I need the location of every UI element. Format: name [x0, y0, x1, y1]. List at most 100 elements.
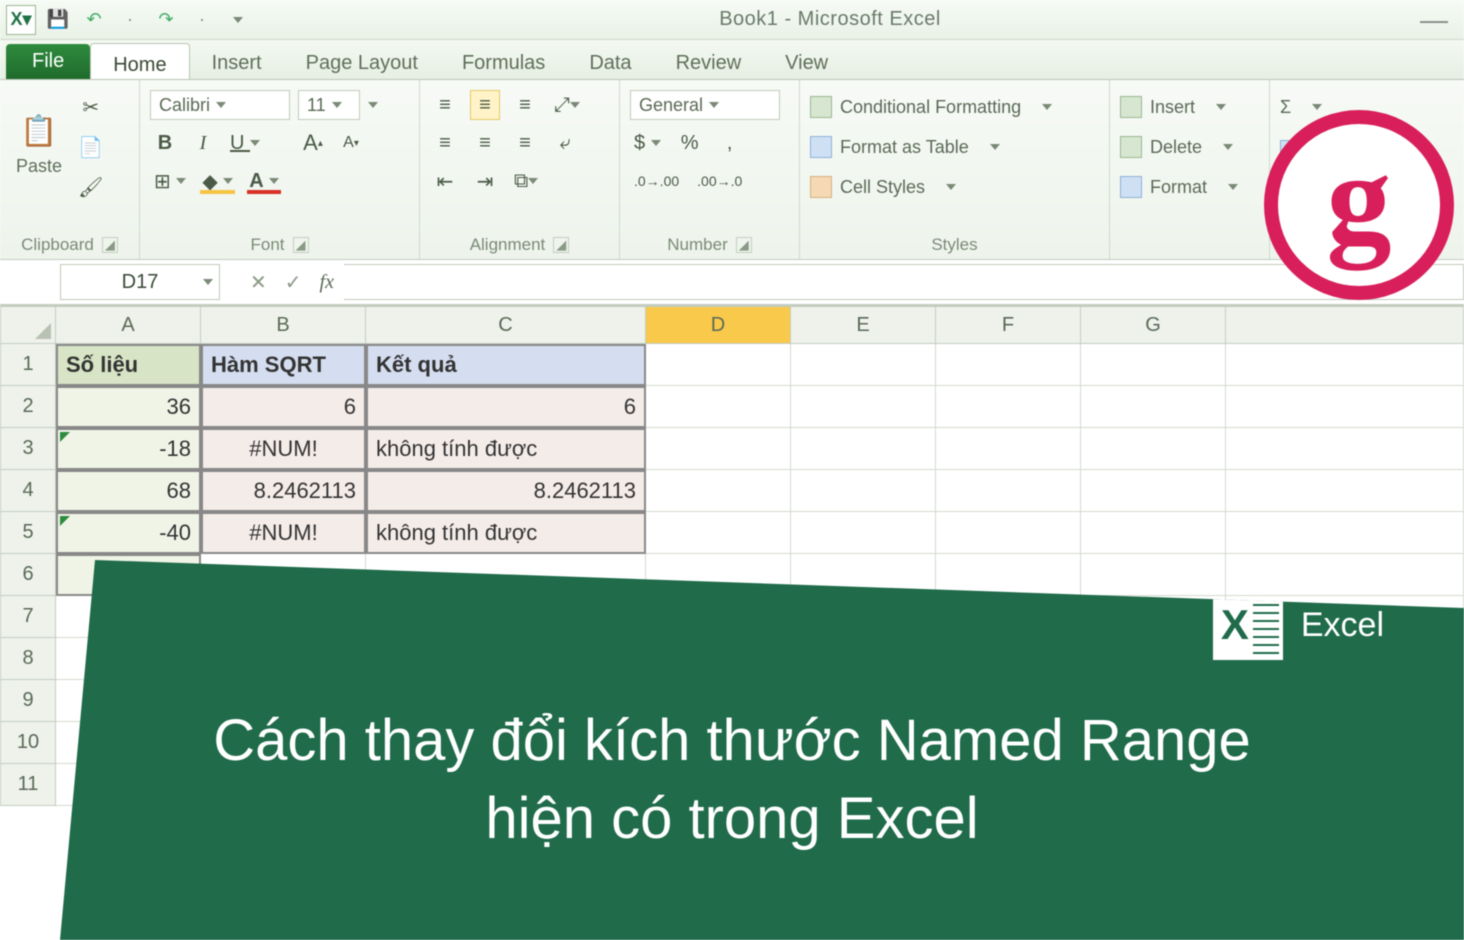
cell-C3[interactable]: không tính được — [366, 428, 646, 470]
row-header-4[interactable]: 4 — [0, 470, 56, 512]
cell-D2[interactable] — [646, 386, 791, 428]
cell-rest-5[interactable] — [1226, 512, 1464, 554]
cell-G3[interactable] — [1081, 428, 1226, 470]
row-header-3[interactable]: 3 — [0, 428, 56, 470]
cell-F6[interactable] — [936, 554, 1081, 596]
decrease-indent-icon[interactable]: ⇤ — [430, 166, 460, 196]
tab-file[interactable]: File — [6, 44, 90, 79]
number-dialog-launcher[interactable]: ◢ — [736, 237, 752, 253]
cell-E5[interactable] — [791, 512, 936, 554]
cell-rest-2[interactable] — [1226, 386, 1464, 428]
row-header-8[interactable]: 8 — [0, 638, 56, 680]
cell-B1[interactable]: Hàm SQRT — [201, 344, 366, 386]
cell-C2[interactable]: 6 — [366, 386, 646, 428]
format-cells-button[interactable]: Format — [1120, 170, 1259, 204]
row-header-9[interactable]: 9 — [0, 680, 56, 722]
font-size-dd[interactable] — [368, 102, 378, 108]
cell-F3[interactable] — [936, 428, 1081, 470]
cell-G4[interactable] — [1081, 470, 1226, 512]
cell-B5[interactable]: #NUM! — [201, 512, 366, 554]
cell-E4[interactable] — [791, 470, 936, 512]
row-header-5[interactable]: 5 — [0, 512, 56, 554]
undo-icon[interactable]: ↶ — [82, 8, 106, 32]
tab-view[interactable]: View — [763, 40, 850, 79]
cut-icon[interactable]: ✂ — [74, 92, 107, 122]
cell-B3[interactable]: #NUM! — [201, 428, 366, 470]
delete-cells-button[interactable]: Delete — [1120, 130, 1259, 164]
cell-rest-4[interactable] — [1226, 470, 1464, 512]
fx-button[interactable]: fx — [320, 271, 334, 294]
col-header-E[interactable]: E — [791, 306, 936, 344]
grow-font-button[interactable]: A▴ — [298, 128, 328, 158]
underline-button[interactable]: U — [226, 128, 264, 158]
format-as-table-button[interactable]: Format as Table — [810, 130, 1099, 164]
conditional-formatting-button[interactable]: Conditional Formatting — [810, 90, 1099, 124]
cell-G1[interactable] — [1081, 344, 1226, 386]
align-right-icon[interactable]: ≡ — [510, 128, 540, 158]
font-dialog-launcher[interactable]: ◢ — [293, 237, 309, 253]
cell-F5[interactable] — [936, 512, 1081, 554]
row-header-2[interactable]: 2 — [0, 386, 56, 428]
name-box[interactable]: D17 — [60, 264, 220, 300]
comma-format-button[interactable]: , — [715, 128, 745, 158]
cell-F1[interactable] — [936, 344, 1081, 386]
row-header-10[interactable]: 10 — [0, 722, 56, 764]
cell-D3[interactable] — [646, 428, 791, 470]
tab-review[interactable]: Review — [654, 40, 764, 79]
align-bottom-icon[interactable]: ≡ — [510, 90, 540, 120]
cell-G6[interactable] — [1081, 554, 1226, 596]
cell-rest-1[interactable] — [1226, 344, 1464, 386]
cell-A5[interactable]: -40 — [56, 512, 201, 554]
tab-insert[interactable]: Insert — [190, 40, 284, 79]
cell-A2[interactable]: 36 — [56, 386, 201, 428]
row-header-11[interactable]: 11 — [0, 764, 56, 806]
align-center-icon[interactable]: ≡ — [470, 128, 500, 158]
decrease-decimal-button[interactable]: .00→.0 — [693, 166, 746, 196]
select-all-corner[interactable] — [0, 306, 56, 344]
borders-button[interactable]: ⊞ — [150, 166, 190, 196]
cell-F4[interactable] — [936, 470, 1081, 512]
format-painter-icon[interactable]: 🖌 — [74, 172, 107, 202]
cell-A3[interactable]: -18 — [56, 428, 201, 470]
cell-D1[interactable] — [646, 344, 791, 386]
col-header-A[interactable]: A — [56, 306, 201, 344]
cell-G2[interactable] — [1081, 386, 1226, 428]
cell-B2[interactable]: 6 — [201, 386, 366, 428]
fill-color-button[interactable]: ◆ — [198, 166, 237, 196]
row-header-7[interactable]: 7 — [0, 596, 56, 638]
cancel-formula-icon[interactable]: ✕ — [250, 270, 267, 295]
cell-C4[interactable]: 8.2462113 — [366, 470, 646, 512]
col-header-C[interactable]: C — [366, 306, 646, 344]
cell-C5[interactable]: không tính được — [366, 512, 646, 554]
tab-home[interactable]: Home — [90, 43, 189, 79]
cell-C1[interactable]: Kết quả — [366, 344, 646, 386]
tab-page-layout[interactable]: Page Layout — [284, 40, 440, 79]
percent-format-button[interactable]: % — [675, 128, 705, 158]
col-header-B[interactable]: B — [201, 306, 366, 344]
accounting-format-button[interactable]: $ — [630, 128, 665, 158]
cell-styles-button[interactable]: Cell Styles — [810, 170, 1099, 204]
col-header-G[interactable]: G — [1081, 306, 1226, 344]
cell-E1[interactable] — [791, 344, 936, 386]
row-header-1[interactable]: 1 — [0, 344, 56, 386]
paste-button[interactable]: 📋 Paste — [10, 86, 68, 202]
clipboard-dialog-launcher[interactable]: ◢ — [102, 237, 118, 253]
orientation-icon[interactable]: ⤢ — [550, 90, 584, 120]
alignment-dialog-launcher[interactable]: ◢ — [553, 237, 569, 253]
font-name-select[interactable]: Calibri — [150, 90, 290, 120]
redo-icon[interactable]: ↷ — [154, 8, 178, 32]
tab-data[interactable]: Data — [567, 40, 653, 79]
cell-G5[interactable] — [1081, 512, 1226, 554]
align-top-icon[interactable]: ≡ — [430, 90, 460, 120]
cell-A4[interactable]: 68 — [56, 470, 201, 512]
cell-A1[interactable]: Số liệu — [56, 344, 201, 386]
align-left-icon[interactable]: ≡ — [430, 128, 460, 158]
col-header-D[interactable]: D — [646, 306, 791, 344]
font-size-select[interactable]: 11 — [298, 90, 360, 120]
cell-rest-6[interactable] — [1226, 554, 1464, 596]
cell-F2[interactable] — [936, 386, 1081, 428]
bold-button[interactable]: B — [150, 128, 180, 158]
increase-decimal-button[interactable]: .0→.00 — [630, 166, 683, 196]
cell-E2[interactable] — [791, 386, 936, 428]
shrink-font-button[interactable]: A▾ — [336, 128, 366, 158]
